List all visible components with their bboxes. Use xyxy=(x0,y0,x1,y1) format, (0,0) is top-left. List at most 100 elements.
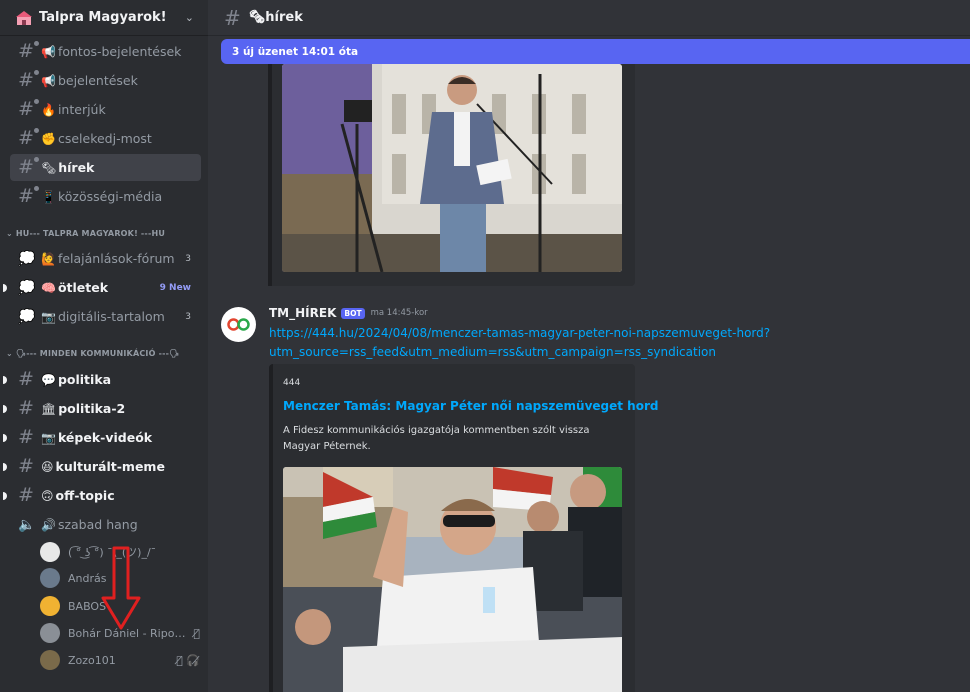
voice-user[interactable]: Zozo101 🎙̸ 🎧̸ xyxy=(40,648,200,672)
avatar xyxy=(40,650,60,670)
channel-emoji: 🙋 xyxy=(41,251,56,266)
server-header[interactable]: Talpra Magyarok! ⌄ xyxy=(0,0,208,36)
deafened-icon: 🎙̸ 🎧̸ xyxy=(176,653,200,667)
red-arrow-annotation xyxy=(101,546,141,630)
mic-muted-icon: 🎙̸ xyxy=(193,626,200,640)
unread-indicator xyxy=(3,375,7,384)
embed-title[interactable]: Menczer Tamás: Magyar Péter női napszemü… xyxy=(283,399,658,413)
announcement-channel-icon: # xyxy=(18,128,39,148)
channel-label: fontos-bejelentések xyxy=(57,44,182,59)
channel-label: politika xyxy=(57,372,112,387)
channel-label: cselekedj-most xyxy=(57,131,152,146)
text-channel-icon: # xyxy=(18,455,34,477)
category-label: 🗣--- MINDEN KOMMUNIKÁCIÓ ---🗣 xyxy=(15,349,180,358)
channel-label: szabad hang xyxy=(57,517,138,532)
unread-indicator xyxy=(3,462,7,471)
forum-felajanlasok[interactable]: 💭 🙋 felajánlások-fórum 3 xyxy=(10,245,201,272)
channel-emoji: 📷 xyxy=(41,309,56,324)
text-channel-icon: # xyxy=(18,397,34,419)
server-name: Talpra Magyarok! xyxy=(39,10,167,25)
channel-fontos-bejelentesek[interactable]: # 📢 fontos-bejelentések xyxy=(10,38,201,65)
forum-icon: 💭 xyxy=(18,250,36,267)
chevron-down-icon: ⌄ xyxy=(6,349,16,358)
channel-cselekedj-most[interactable]: # ✊ cselekedj-most xyxy=(10,125,201,152)
channel-emoji: 😆 xyxy=(41,459,54,474)
unread-indicator xyxy=(3,404,7,413)
chevron-down-icon[interactable]: ⌄ xyxy=(185,11,194,24)
avatar xyxy=(40,596,60,616)
forum-post-count: 3 xyxy=(185,253,191,264)
new-messages-bar[interactable]: 3 új üzenet 14:01 óta xyxy=(221,39,970,64)
category-label: HU--- TALPRA MAGYAROK! ---HU xyxy=(15,229,166,238)
forum-post-count: 3 xyxy=(185,311,191,322)
channel-kulturalt-meme[interactable]: # 😆 kulturált-meme xyxy=(3,453,201,480)
avatar xyxy=(40,568,60,588)
embed-provider: 444 xyxy=(283,378,301,388)
channel-emoji: 💬 xyxy=(41,372,56,387)
category-talpra-magyarok[interactable]: ⌄ HU--- TALPRA MAGYAROK! ---HU xyxy=(6,229,206,243)
channel-politika[interactable]: # 💬 politika xyxy=(3,366,201,393)
avatar xyxy=(40,542,60,562)
channel-label: politika-2 xyxy=(58,401,126,416)
embed-image[interactable] xyxy=(282,64,622,272)
message-header: TM_HÍREK BOT ma 14:45-kor xyxy=(269,306,428,320)
text-channel-icon: # xyxy=(18,368,34,390)
channel-label: interjúk xyxy=(57,102,106,117)
message-author[interactable]: TM_HÍREK xyxy=(269,306,336,320)
bot-avatar[interactable] xyxy=(221,307,256,342)
announcement-channel-icon: # xyxy=(18,157,39,177)
category-minden-kommunikacio[interactable]: ⌄ 🗣--- MINDEN KOMMUNIKÁCIÓ ---🗣 xyxy=(6,349,206,363)
voice-user-name: Zozo101 xyxy=(68,653,116,667)
unread-indicator xyxy=(3,433,7,442)
channel-label: off-topic xyxy=(55,488,115,503)
channel-emoji: 📢 xyxy=(41,44,56,59)
unread-indicator xyxy=(3,491,7,500)
channel-emoji: 📢 xyxy=(41,73,56,88)
channel-emoji: 📱 xyxy=(41,189,56,204)
forum-digitalis-tartalom[interactable]: 💭 📷 digitális-tartalom 3 xyxy=(10,303,201,330)
channel-bejelentesek[interactable]: # 📢 bejelentések xyxy=(10,67,201,94)
channel-kepek-videok[interactable]: # 📷 képek-videók xyxy=(3,424,201,451)
unread-indicator xyxy=(3,283,7,292)
announcement-channel-icon: # xyxy=(18,99,39,119)
channel-interjuk[interactable]: # 🔥 interjúk xyxy=(10,96,201,123)
bot-badge: BOT xyxy=(341,307,365,319)
channel-sidebar: Talpra Magyarok! ⌄ # 📢 fontos-bejelentés… xyxy=(0,0,208,692)
speaker-icon: 🔈 xyxy=(18,516,36,533)
announcement-channel-icon: # xyxy=(18,70,39,90)
chevron-down-icon: ⌄ xyxy=(6,229,16,238)
channel-politika-2[interactable]: # 🏛 politika-2 xyxy=(3,395,201,422)
channel-label: képek-videók xyxy=(57,430,153,445)
message-link[interactable]: https://444.hu/2024/04/08/menczer-tamas-… xyxy=(269,324,789,362)
voice-channel-szabad-hang[interactable]: 🔈 🔊 szabad hang xyxy=(10,511,201,538)
forum-icon: 💭 xyxy=(18,308,36,325)
server-icon xyxy=(16,10,32,25)
embed-image[interactable] xyxy=(283,467,622,692)
channel-label: közösségi-média xyxy=(57,189,163,204)
channel-emoji: 🧠 xyxy=(41,280,56,295)
channel-off-topic[interactable]: # 🙃 off-topic xyxy=(3,482,201,509)
embed-description: A Fidesz kommunikációs igazgatója kommen… xyxy=(283,425,590,452)
channel-emoji: 📷 xyxy=(41,430,56,445)
channel-title: 🗞hírek xyxy=(248,10,303,25)
announcement-channel-icon: # xyxy=(18,186,39,206)
channel-emoji: 🔊 xyxy=(41,517,56,532)
forum-new-count: 9 New xyxy=(159,282,191,293)
channel-label: kulturált-meme xyxy=(55,459,165,474)
channel-label: hírek xyxy=(58,160,95,175)
avatar xyxy=(40,623,60,643)
channel-emoji: 🙃 xyxy=(41,488,54,503)
channel-emoji: ✊ xyxy=(41,131,56,146)
channel-label: digitális-tartalom xyxy=(57,309,165,324)
channel-label: ötletek xyxy=(57,280,109,295)
message-timestamp: ma 14:45-kor xyxy=(370,308,428,318)
channel-emoji: 🏛 xyxy=(41,401,57,416)
channel-kozossegi-media[interactable]: # 📱 közösségi-média xyxy=(10,183,201,210)
channel-hirek[interactable]: # 🗞 hírek xyxy=(10,154,201,181)
announcement-channel-icon: # xyxy=(224,5,241,30)
text-channel-icon: # xyxy=(18,484,34,506)
channel-emoji: 🗞 xyxy=(41,160,57,175)
channel-header: # 🗞hírek xyxy=(208,0,970,36)
forum-otletek[interactable]: 💭 🧠 ötletek 9 New xyxy=(3,274,201,301)
channel-label: felajánlások-fórum xyxy=(57,251,175,266)
